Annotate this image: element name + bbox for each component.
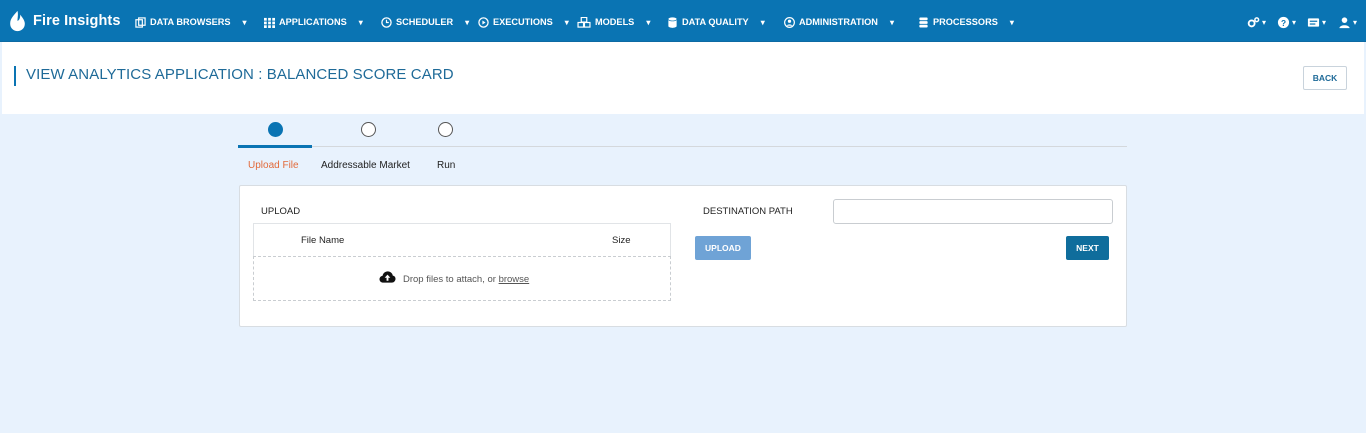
next-button[interactable]: NEXT xyxy=(1066,236,1109,260)
column-header-file-name: File Name xyxy=(301,235,345,246)
nav-label: EXECUTIONS xyxy=(493,17,553,27)
clock-icon xyxy=(381,16,392,28)
chevron-down-icon: ▾ xyxy=(760,17,765,27)
page-title: VIEW ANALYTICS APPLICATION : BALANCED SC… xyxy=(26,66,454,83)
nav-label: DATA QUALITY xyxy=(682,17,749,27)
step-label-addressable-market[interactable]: Addressable Market xyxy=(321,160,410,171)
settings-icon xyxy=(1247,16,1260,27)
nav-applications[interactable]: APPLICATIONS ▾ xyxy=(264,14,363,30)
messages-icon xyxy=(1307,17,1320,27)
steps-divider xyxy=(239,146,1127,147)
nav-data-browsers[interactable]: DATA BROWSERS ▾ xyxy=(135,14,247,30)
fire-logo-icon xyxy=(10,10,25,32)
title-accent-bar xyxy=(14,66,16,86)
nav-label: ADMINISTRATION xyxy=(799,17,878,27)
browse-link[interactable]: browse xyxy=(499,274,530,285)
upload-section-label: UPLOAD xyxy=(261,206,301,217)
grid-icon xyxy=(264,17,275,28)
user-icon xyxy=(1339,16,1350,28)
chevron-down-icon: ▾ xyxy=(889,17,894,27)
chevron-down-icon: ▾ xyxy=(1292,17,1297,27)
nav-administration[interactable]: ADMINISTRATION ▾ xyxy=(784,14,894,30)
chevron-down-icon: ▾ xyxy=(1322,17,1327,27)
nav-label: PROCESSORS xyxy=(933,17,998,27)
chevron-down-icon: ▾ xyxy=(646,17,651,27)
nav-label: DATA BROWSERS xyxy=(150,17,231,27)
step-indicator-addressable-market[interactable] xyxy=(361,122,376,137)
step-label-upload-file[interactable]: Upload File xyxy=(248,160,299,171)
upload-button[interactable]: UPLOAD xyxy=(695,236,751,260)
nav-executions[interactable]: EXECUTIONS ▾ xyxy=(478,14,569,30)
active-step-underline xyxy=(238,145,312,148)
copy-icon xyxy=(135,16,146,28)
brand-name: Fire Insights xyxy=(33,13,121,29)
nav-data-quality[interactable]: DATA QUALITY ▾ xyxy=(667,14,765,30)
column-header-size: Size xyxy=(612,235,631,246)
chevron-down-icon: ▾ xyxy=(358,17,363,27)
chevron-down-icon: ▾ xyxy=(1262,17,1267,27)
settings-menu[interactable]: ▾ xyxy=(1247,15,1266,29)
destination-path-label: DESTINATION PATH xyxy=(703,206,793,217)
nav-scheduler[interactable]: SCHEDULER ▾ xyxy=(381,14,469,30)
back-button[interactable]: BACK xyxy=(1303,66,1347,90)
cubes-icon xyxy=(577,16,591,28)
chevron-down-icon: ▾ xyxy=(1009,17,1014,27)
top-navbar: Fire Insights DATA BROWSERS ▾ APPLICATIO… xyxy=(0,0,1366,42)
server-icon xyxy=(919,16,928,28)
step-indicator-upload-file[interactable] xyxy=(268,122,283,137)
destination-path-input[interactable] xyxy=(833,199,1113,224)
brand[interactable]: Fire Insights xyxy=(8,9,121,33)
chevron-down-icon: ▾ xyxy=(465,17,470,27)
dropzone-instruction: Drop files to attach, or xyxy=(403,274,499,285)
user-circle-icon xyxy=(784,16,795,28)
chevron-down-icon: ▾ xyxy=(242,17,247,27)
step-label-run[interactable]: Run xyxy=(437,160,455,171)
page-header: VIEW ANALYTICS APPLICATION : BALANCED SC… xyxy=(2,42,1364,114)
nav-processors[interactable]: PROCESSORS ▾ xyxy=(918,14,1014,30)
cloud-upload-icon xyxy=(379,271,396,283)
nav-label: APPLICATIONS xyxy=(279,17,347,27)
user-menu[interactable]: ▾ xyxy=(1338,15,1357,29)
nav-label: SCHEDULER xyxy=(396,17,454,27)
nav-models[interactable]: MODELS ▾ xyxy=(577,14,650,30)
nav-label: MODELS xyxy=(595,17,635,27)
chevron-down-icon: ▾ xyxy=(564,17,569,27)
messages-menu[interactable]: ▾ xyxy=(1307,15,1326,29)
help-menu[interactable]: ? ▾ xyxy=(1277,15,1296,29)
chevron-down-icon: ▾ xyxy=(1353,17,1358,27)
help-icon: ? xyxy=(1277,16,1290,28)
dropzone-text: Drop files to attach, or browse xyxy=(403,274,529,285)
play-circle-icon xyxy=(478,16,489,28)
database-icon xyxy=(668,16,677,28)
step-indicator-run[interactable] xyxy=(438,122,453,137)
svg-text:?: ? xyxy=(1281,17,1286,27)
